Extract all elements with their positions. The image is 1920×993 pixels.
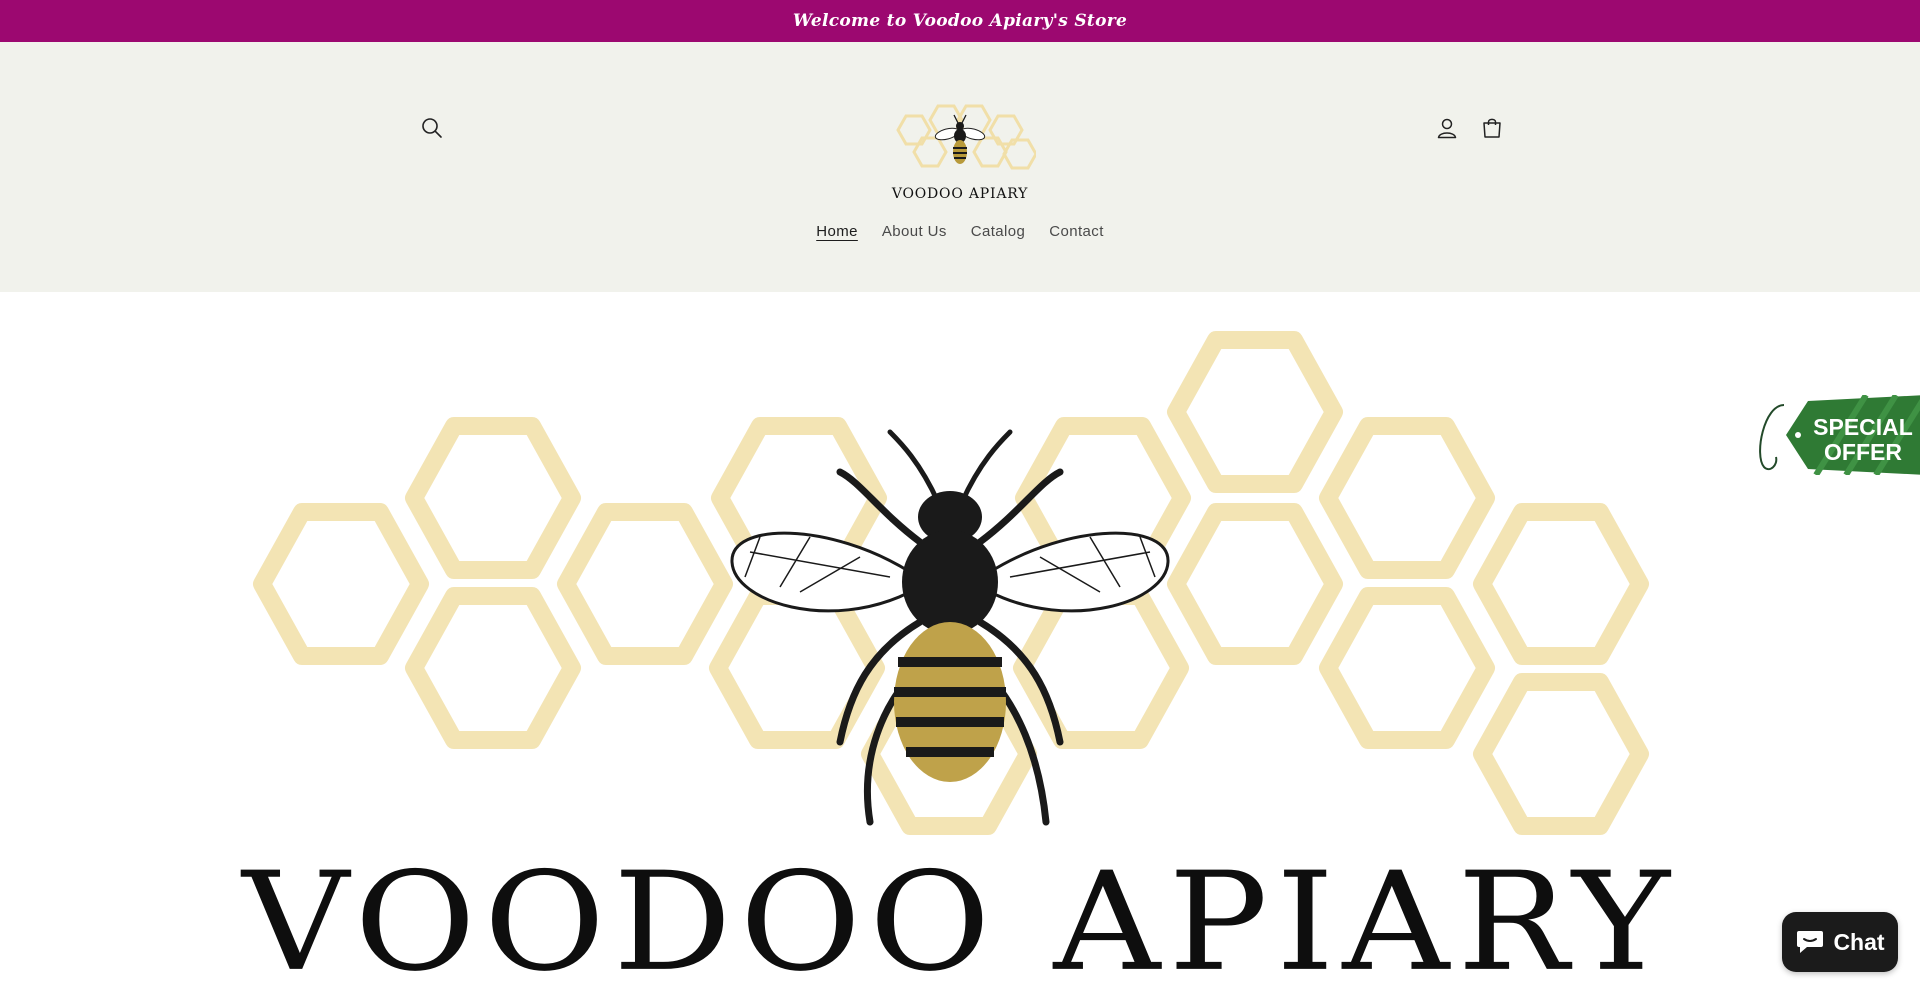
main-nav: Home About Us Catalog Contact xyxy=(0,217,1920,247)
logo-honeycomb-bee-icon xyxy=(896,104,1036,170)
account-icon xyxy=(1437,118,1457,139)
account-button[interactable] xyxy=(1427,108,1467,148)
offer-line-1: SPECIAL xyxy=(1813,414,1913,440)
chat-bubble-icon xyxy=(1797,931,1824,953)
hero-title: VOODOO APIARY xyxy=(242,842,1678,993)
chat-label: Chat xyxy=(1833,928,1885,955)
nav-home[interactable]: Home xyxy=(816,217,858,247)
chat-button[interactable]: Chat xyxy=(1782,912,1898,972)
logo-text: VOODOO APIARY xyxy=(891,186,1029,202)
announcement-text: Welcome to Voodoo Apiary's Store xyxy=(792,11,1128,31)
site-logo[interactable]: VOODOO APIARY xyxy=(884,92,1036,216)
offer-line-2: OFFER xyxy=(1824,439,1902,465)
search-button[interactable] xyxy=(412,108,452,148)
search-icon xyxy=(422,118,442,138)
hero-banner: VOODOO APIARY xyxy=(0,292,1920,993)
nav-catalog[interactable]: Catalog xyxy=(971,217,1026,247)
nav-contact[interactable]: Contact xyxy=(1049,217,1104,247)
site-header: VOODOO APIARY Home About Us Catalog Cont… xyxy=(0,42,1920,292)
cart-icon xyxy=(1483,118,1501,138)
special-offer-text[interactable]: SPECIAL OFFER xyxy=(1810,415,1916,465)
announcement-bar: Welcome to Voodoo Apiary's Store xyxy=(0,0,1920,42)
nav-about-us[interactable]: About Us xyxy=(882,217,947,247)
cart-button[interactable] xyxy=(1472,108,1512,148)
